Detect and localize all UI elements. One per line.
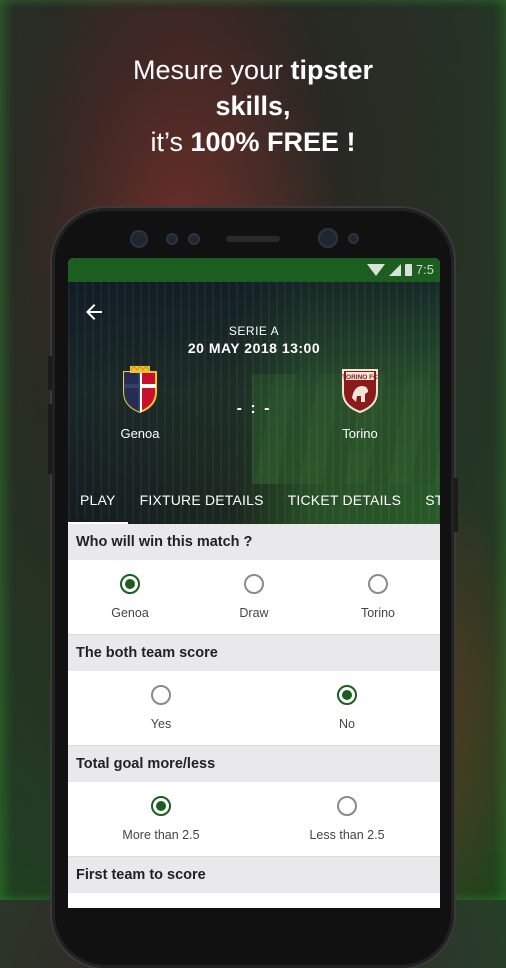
radio-unselected[interactable] (244, 574, 264, 594)
question-title: Total goal more/less (68, 746, 440, 782)
phone-side-button (48, 404, 52, 474)
phone-frame: 7:5 SERIE A 20 MAY 2018 13:00 Genoa - : … (48, 208, 458, 968)
sensor-icon (348, 233, 359, 244)
option-label: Genoa (111, 606, 149, 620)
tab-st[interactable]: ST (413, 476, 440, 524)
question-options: More than 2.5 Less than 2.5 (68, 782, 440, 857)
option-genoa[interactable]: Genoa (68, 560, 192, 634)
front-camera-icon (130, 230, 148, 248)
option-draw[interactable]: Draw (192, 560, 316, 634)
sensor-icon (166, 233, 178, 245)
question-options: Yes No (68, 671, 440, 746)
tab-play[interactable]: PLAY (68, 476, 128, 524)
question-title: First team to score (68, 857, 440, 893)
question-title: The both team score (68, 635, 440, 671)
question-title: Who will win this match ? (68, 524, 440, 560)
phone-volume-button (48, 356, 52, 390)
competition-label: SERIE A (228, 324, 280, 338)
arrow-left-icon[interactable] (82, 300, 106, 324)
match-header: SERIE A 20 MAY 2018 13:00 Genoa - : - TO… (68, 282, 440, 524)
option-torino[interactable]: Torino (316, 560, 440, 634)
option-yes[interactable]: Yes (68, 671, 254, 745)
tab-bar: PLAY FIXTURE DETAILS TICKET DETAILS ST (68, 476, 440, 524)
promo-line2-bold: skills, (215, 91, 291, 121)
question-options: Genoa Draw Torino (68, 560, 440, 635)
promo-line1-bold: tipster (290, 55, 374, 85)
torino-crest-icon: TORINO FC (342, 369, 378, 414)
match-datetime: 20 MAY 2018 13:00 (187, 340, 321, 356)
option-more-than[interactable]: More than 2.5 (68, 782, 254, 856)
promo-headline: Mesure your tipster skills, it’s 100% FR… (0, 52, 506, 160)
radio-unselected[interactable] (368, 574, 388, 594)
promo-line3-text: it’s (150, 127, 191, 157)
radio-unselected[interactable] (337, 796, 357, 816)
promo-line3-bold: 100% FREE ! (190, 127, 356, 157)
option-less-than[interactable]: Less than 2.5 (254, 782, 440, 856)
home-team-name: Genoa (120, 426, 160, 441)
radio-selected[interactable] (120, 574, 140, 594)
option-label: Draw (239, 606, 269, 620)
tab-ticket-details[interactable]: TICKET DETAILS (276, 476, 414, 524)
app-screen: 7:5 SERIE A 20 MAY 2018 13:00 Genoa - : … (68, 258, 440, 908)
phone-power-button (454, 478, 458, 532)
torino-crest-text: TORINO FC (342, 374, 378, 381)
prediction-list: Who will win this match ? Genoa Draw Tor… (68, 524, 440, 908)
option-label: More than 2.5 (122, 828, 200, 842)
radio-selected[interactable] (151, 796, 171, 816)
tab-fixture-details[interactable]: FIXTURE DETAILS (128, 476, 276, 524)
wifi-icon (366, 263, 385, 276)
sensor-icon (188, 233, 200, 245)
match-score: - : - (236, 400, 272, 417)
signal-icon (388, 263, 401, 276)
promo-line1-text: Mesure your (132, 55, 291, 85)
option-no[interactable]: No (254, 671, 440, 745)
option-label: Less than 2.5 (309, 828, 385, 842)
radio-selected[interactable] (337, 685, 357, 705)
status-time: 7:5 (415, 262, 434, 277)
question-options (68, 893, 440, 908)
camera-icon (318, 228, 338, 248)
earpiece-speaker (226, 236, 280, 242)
status-bar: 7:5 (68, 258, 440, 282)
battery-icon (404, 263, 412, 276)
radio-unselected[interactable] (151, 685, 171, 705)
away-team-name: Torino (342, 426, 378, 441)
option-label: Yes (150, 717, 172, 731)
option-label: No (339, 717, 355, 731)
option-label: Torino (360, 606, 396, 620)
